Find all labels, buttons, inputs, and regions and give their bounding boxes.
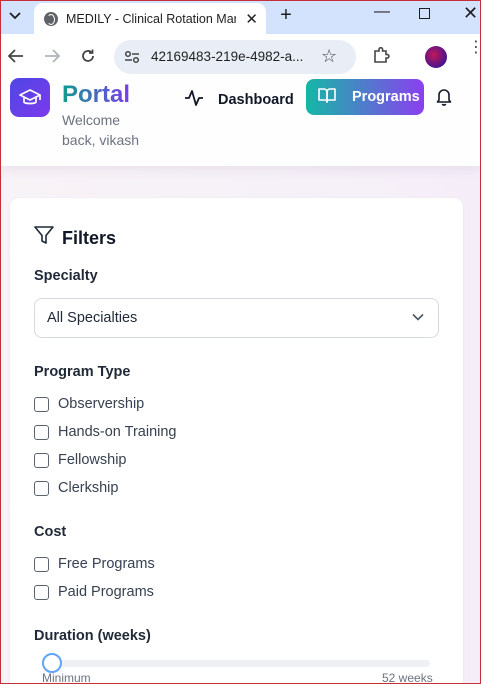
minimize-button[interactable]: — bbox=[374, 3, 390, 21]
forward-arrow-right-icon[interactable] bbox=[40, 44, 64, 68]
duration-label: Duration (weeks) bbox=[34, 628, 151, 644]
nav-programs-label: Programs bbox=[352, 89, 420, 105]
url-text: 42169483-219e-4982-a... bbox=[151, 49, 304, 64]
menu-kebab-icon[interactable]: ⋮ bbox=[468, 40, 481, 56]
checkbox-observership[interactable]: Observership bbox=[34, 396, 144, 412]
browser-toolbar: 42169483-219e-4982-a... ☆ ⋮ bbox=[0, 34, 481, 78]
nav-dashboard-label: Dashboard bbox=[218, 92, 294, 108]
program-type-label: Program Type bbox=[34, 364, 131, 380]
checkbox-label: Fellowship bbox=[58, 452, 127, 468]
checkbox-box[interactable] bbox=[34, 452, 49, 468]
specialty-select[interactable]: All Specialties bbox=[34, 298, 439, 338]
chevron-down-icon bbox=[412, 311, 424, 327]
checkbox-label: Hands-on Training bbox=[58, 424, 177, 440]
graduation-cap-icon[interactable] bbox=[10, 78, 50, 117]
cost-label: Cost bbox=[34, 524, 67, 540]
nav-dashboard[interactable]: Dashboard bbox=[184, 86, 294, 114]
checkbox-free-programs[interactable]: Free Programs bbox=[34, 556, 155, 572]
maximize-button[interactable] bbox=[419, 8, 430, 19]
profile-avatar[interactable] bbox=[425, 46, 447, 68]
checkbox-box[interactable] bbox=[34, 556, 49, 572]
checkbox-fellowship[interactable]: Fellowship bbox=[34, 452, 127, 468]
address-bar[interactable]: 42169483-219e-4982-a... ☆ bbox=[114, 40, 356, 74]
back-arrow-left-icon[interactable] bbox=[4, 44, 28, 68]
browser-tab[interactable]: MEDILY - Clinical Rotation Mark ✕ bbox=[34, 3, 266, 34]
new-tab-button[interactable]: + bbox=[277, 4, 295, 26]
tab-title: MEDILY - Clinical Rotation Mark bbox=[66, 11, 236, 26]
checkbox-paid-programs[interactable]: Paid Programs bbox=[34, 584, 154, 600]
globe-icon bbox=[44, 11, 58, 26]
checkbox-box[interactable] bbox=[34, 584, 49, 600]
checkbox-clerkship[interactable]: Clerkship bbox=[34, 480, 118, 496]
checkbox-box[interactable] bbox=[34, 424, 49, 440]
checkbox-hands-on-training[interactable]: Hands-on Training bbox=[34, 424, 177, 440]
duration-slider-thumb[interactable] bbox=[42, 653, 62, 673]
duration-slider-track[interactable] bbox=[50, 660, 430, 667]
filters-title: Filters bbox=[62, 227, 117, 248]
book-open-icon bbox=[318, 87, 336, 107]
checkbox-label: Free Programs bbox=[58, 556, 155, 572]
tab-search-chevron-down-icon[interactable] bbox=[4, 6, 26, 26]
app-header: Portal Welcome back, vikash Dashboard Pr… bbox=[0, 78, 481, 166]
extensions-puzzle-icon[interactable] bbox=[372, 46, 390, 64]
checkbox-label: Clerkship bbox=[58, 480, 119, 496]
checkbox-label: Paid Programs bbox=[58, 584, 154, 600]
reload-icon[interactable] bbox=[76, 44, 100, 68]
bookmark-star-icon[interactable]: ☆ bbox=[321, 46, 337, 67]
funnel-icon bbox=[34, 226, 54, 250]
filters-header: Filters bbox=[34, 226, 116, 250]
specialty-select-value: All Specialties bbox=[47, 310, 138, 326]
activity-icon bbox=[184, 90, 204, 110]
checkbox-box[interactable] bbox=[34, 396, 49, 412]
checkbox-box[interactable] bbox=[34, 480, 49, 496]
notifications-bell-icon[interactable] bbox=[436, 88, 452, 111]
duration-min-label: Minimum bbox=[42, 671, 91, 684]
site-info-tune-icon[interactable] bbox=[123, 48, 141, 66]
nav-programs-button[interactable]: Programs bbox=[306, 79, 424, 115]
browser-tab-strip: MEDILY - Clinical Rotation Mark ✕ + — ✕ bbox=[0, 0, 481, 34]
window-close-button[interactable]: ✕ bbox=[463, 3, 478, 24]
filters-panel: Filters Specialty All Specialties Progra… bbox=[10, 198, 463, 684]
app-title: Portal bbox=[62, 81, 131, 108]
specialty-label: Specialty bbox=[34, 268, 98, 284]
page-content: Portal Welcome back, vikash Dashboard Pr… bbox=[0, 78, 481, 684]
checkbox-label: Observership bbox=[58, 396, 145, 412]
duration-max-label: 52 weeks bbox=[382, 671, 433, 684]
welcome-message: Welcome back, vikash bbox=[62, 112, 140, 148]
tab-close-icon[interactable]: ✕ bbox=[245, 10, 258, 28]
